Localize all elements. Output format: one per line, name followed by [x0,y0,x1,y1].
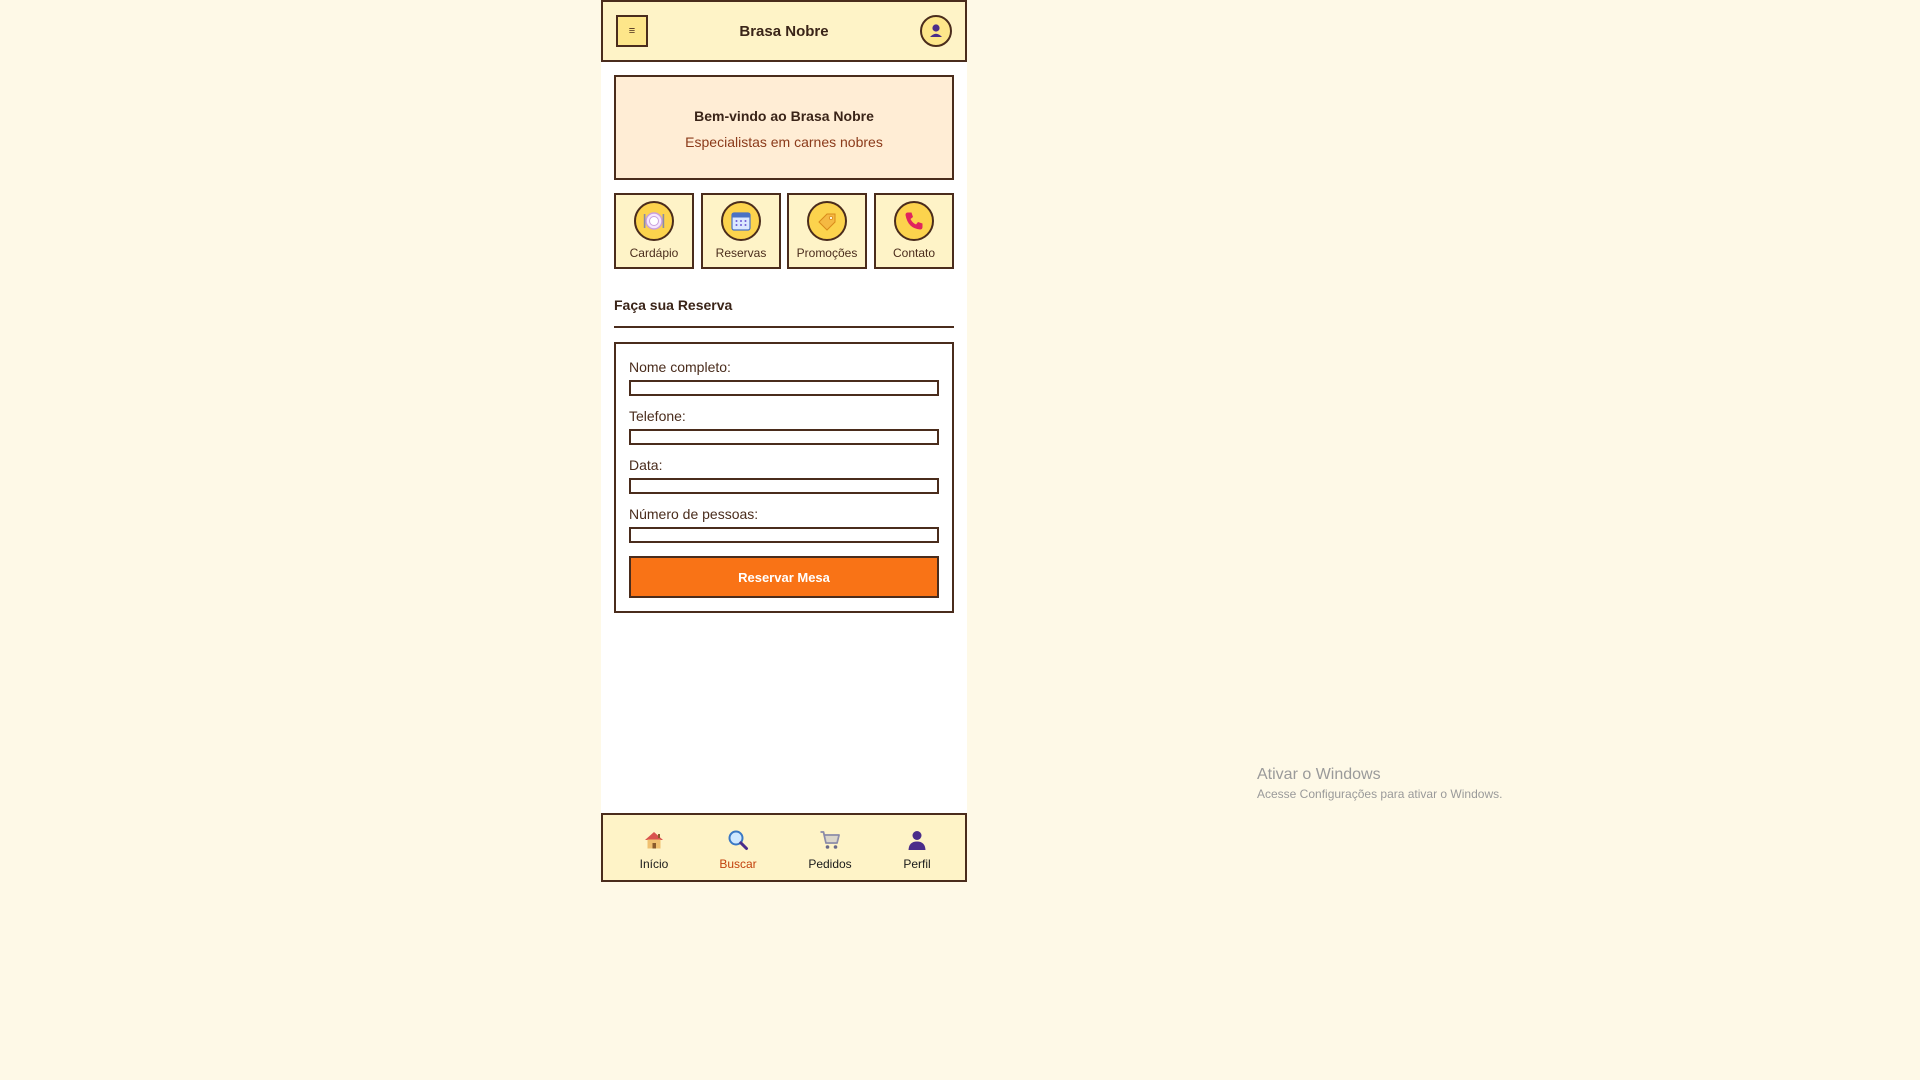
field-label: Telefone: [629,408,686,424]
nav-item-inicio[interactable]: Início [619,815,689,880]
quick-action-promocoes[interactable]: Promoções [787,193,867,269]
bottom-nav: Início Buscar Pedidos Perfil [601,813,967,882]
windows-activation-watermark: Ativar o Windows Acesse Configurações pa… [1257,766,1502,801]
quick-action-reservas[interactable]: Reservas [701,193,781,269]
name-input[interactable] [629,380,939,396]
cart-icon [820,831,840,849]
quick-action-label: Promoções [796,246,858,260]
welcome-title: Bem-vindo ao Brasa Nobre [694,108,874,124]
field-label: Nome completo: [629,359,731,375]
welcome-subtitle: Especialistas em carnes nobres [685,134,883,150]
quick-action-label: Reservas [715,246,767,260]
watermark-title: Ativar o Windows [1257,766,1381,783]
home-icon [645,832,663,849]
app-header: ≡ Brasa Nobre [601,0,967,62]
plate-icon [634,201,674,241]
reservation-form: Nome completo: Telefone: Data: Número de… [614,342,954,613]
search-icon [728,830,748,850]
nav-label: Início [639,857,669,871]
field-label: Número de pessoas: [629,506,759,522]
nav-label: Buscar [719,857,757,871]
user-icon [930,24,942,37]
profile-button[interactable] [920,15,952,47]
person-icon [908,831,926,850]
app-title: Brasa Nobre [739,23,829,40]
welcome-banner: Bem-vindo ao Brasa Nobre Especialistas e… [614,75,954,180]
nav-label: Perfil [903,857,931,871]
section-divider [614,326,954,328]
quick-action-label: Cardápio [629,246,679,260]
date-input[interactable] [629,478,939,494]
nav-label: Pedidos [808,857,852,871]
nav-item-buscar[interactable]: Buscar [703,815,773,880]
quick-action-cardapio[interactable]: Cardápio [614,193,694,269]
app-frame: ≡ Brasa Nobre Bem-vindo ao Brasa Nobre E… [601,0,967,882]
watermark-subtitle: Acesse Configurações para ativar o Windo… [1257,787,1503,801]
nav-item-perfil[interactable]: Perfil [882,815,952,880]
reserve-button[interactable]: Reservar Mesa [629,556,939,598]
nav-item-pedidos[interactable]: Pedidos [795,815,865,880]
phone-icon [894,201,934,241]
calendar-icon [721,201,761,241]
phone-input[interactable] [629,429,939,445]
party-size-input[interactable] [629,527,939,543]
field-label: Data: [629,457,663,473]
section-title: Faça sua Reserva [614,297,733,313]
quick-action-contato[interactable]: Contato [874,193,954,269]
quick-action-label: Contato [892,246,936,260]
tag-icon [807,201,847,241]
